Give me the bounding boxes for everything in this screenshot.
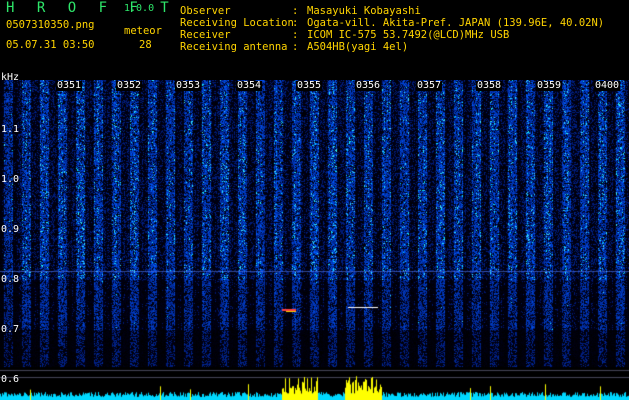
x-tick-label: 0354	[236, 80, 263, 91]
x-tick-label: 0353	[175, 80, 202, 91]
y-tick-label: 0.7	[1, 324, 20, 335]
observer-colon: :	[292, 5, 299, 17]
x-tick-label: 0358	[476, 80, 503, 91]
meteor-count: 28	[139, 39, 152, 51]
location-value: Ogata-vill. Akita-Pref. JAPAN (139.96E, …	[307, 17, 605, 29]
antenna-value: A504HB(yagi 4el)	[307, 41, 409, 53]
receiver-colon: :	[292, 29, 299, 41]
location-label: Receiving Location	[180, 17, 294, 29]
observer-label: Observer	[180, 5, 231, 17]
location-colon: :	[292, 17, 299, 29]
x-tick-label: 0357	[416, 80, 443, 91]
receiver-value: ICOM IC-575 53.7492(@LCD)MHz USB	[307, 29, 510, 41]
x-tick-label: 0400	[594, 80, 621, 91]
y-tick-label: 1.0	[1, 174, 20, 185]
observer-value: Masayuki Kobayashi	[307, 5, 421, 17]
antenna-label: Receiving antenna	[180, 41, 288, 53]
meteor-label: meteor	[124, 25, 162, 37]
y-tick-label: 0.8	[1, 274, 20, 285]
capture-datetime: 05.07.31 03:50	[6, 39, 95, 51]
antenna-colon: :	[292, 41, 299, 53]
y-axis-unit: kHz	[1, 72, 20, 83]
file-name: 0507310350.png	[6, 19, 95, 31]
app-version: 1.0.0	[124, 3, 155, 14]
receiver-label: Receiver	[180, 29, 231, 41]
x-tick-label: 0356	[355, 80, 382, 91]
x-tick-label: 0355	[296, 80, 323, 91]
y-tick-label: 0.9	[1, 224, 20, 235]
x-tick-label: 0352	[116, 80, 143, 91]
x-tick-label: 0359	[536, 80, 563, 91]
header-panel: H R O F F T 1.0.0 0507310350.png meteor …	[0, 0, 629, 80]
spectrogram-canvas	[0, 80, 629, 400]
y-tick-label: 0.6	[1, 374, 20, 385]
y-tick-label: 1.1	[1, 124, 20, 135]
x-tick-label: 0351	[56, 80, 83, 91]
